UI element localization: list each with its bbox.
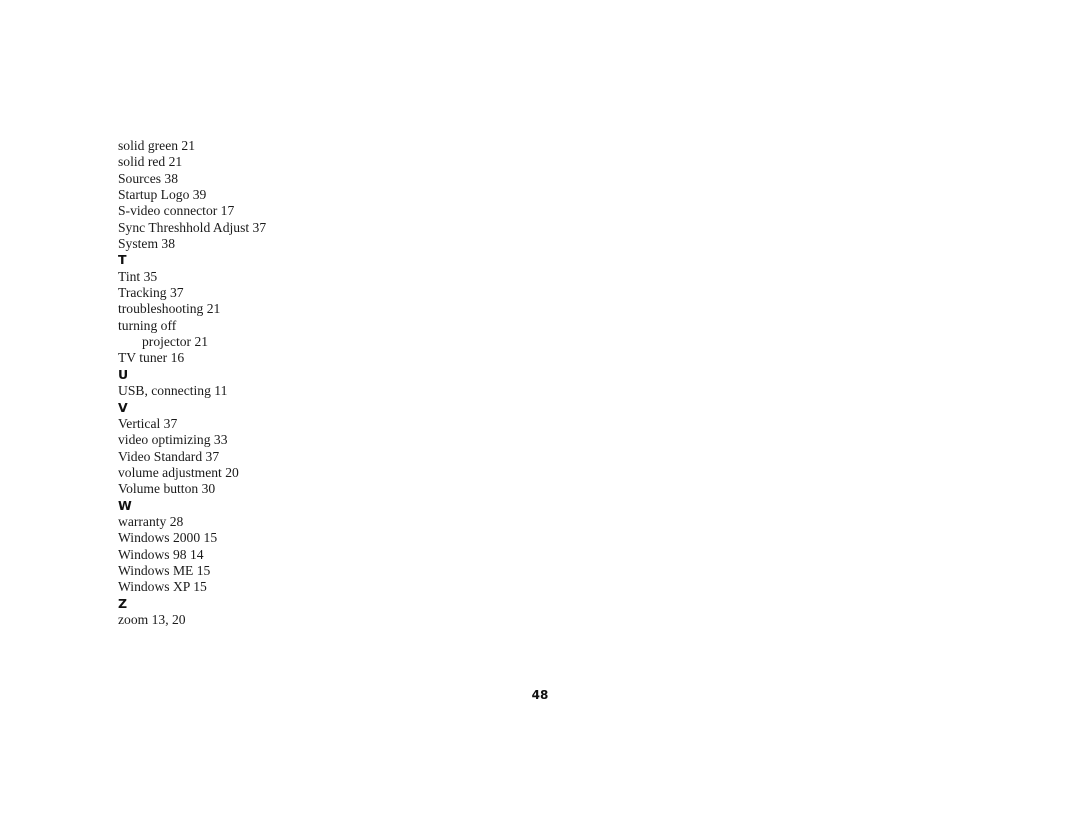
index-entry: troubleshooting 21: [118, 301, 221, 317]
index-entry: Volume button 30: [118, 481, 216, 497]
index-letter-heading: W: [118, 497, 132, 513]
index-list: solid green 21 solid red 21 Sources 38 S…: [118, 138, 266, 628]
index-entry: volume adjustment 20: [118, 464, 239, 480]
index-entry: Windows XP 15: [118, 579, 207, 595]
index-letter-heading: Z: [118, 595, 128, 611]
index-entry: Tint 35: [118, 268, 158, 284]
index-entry: solid red 21: [118, 154, 183, 170]
index-entry: warranty 28: [118, 513, 184, 529]
index-entry: Tracking 37: [118, 285, 184, 301]
index-entry: solid green 21: [118, 138, 196, 153]
index-entry: Windows ME 15: [118, 562, 211, 578]
index-entry: Video Standard 37: [118, 448, 220, 464]
index-entry: Startup Logo 39: [118, 187, 207, 203]
index-entry: Sources 38: [118, 170, 179, 186]
index-subentry: projector 21: [142, 334, 209, 350]
page-number: 48: [531, 688, 549, 702]
index-entry: USB, connecting 11: [118, 383, 228, 399]
index-entry: Vertical 37: [118, 415, 178, 431]
index-entry: Windows 2000 15: [118, 530, 218, 546]
index-entry: Windows 98 14: [118, 546, 204, 562]
index-entry: Sync Threshhold Adjust 37: [118, 219, 267, 235]
index-entry: zoom 13, 20: [118, 611, 186, 627]
index-entry: video optimizing 33: [118, 432, 228, 448]
index-entry: S-video connector 17: [118, 203, 235, 219]
index-letter-heading: T: [118, 252, 127, 268]
index-entry: TV tuner 16: [118, 350, 185, 366]
index-entry: System 38: [118, 236, 176, 252]
index-entry: turning off: [118, 317, 177, 333]
index-letter-heading: V: [118, 399, 128, 415]
index-letter-heading: U: [118, 366, 129, 382]
